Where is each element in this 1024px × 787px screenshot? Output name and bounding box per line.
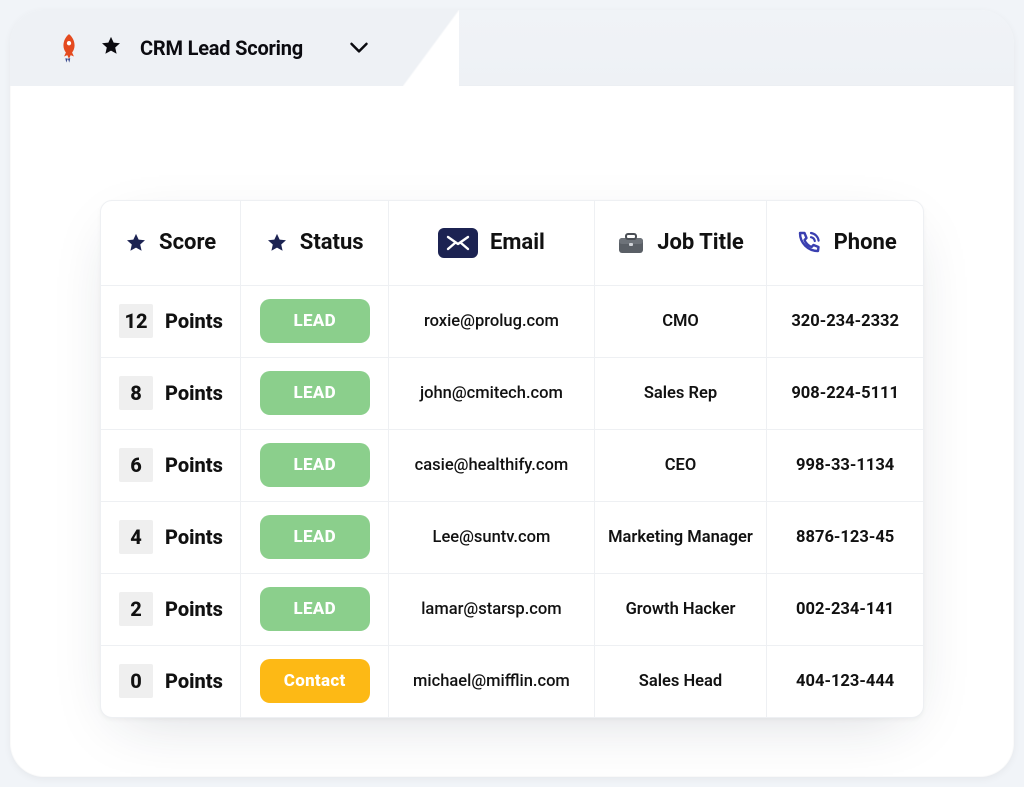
status-badge[interactable]: LEAD xyxy=(260,371,370,415)
star-icon xyxy=(125,232,147,254)
phone-value: 320-234-2332 xyxy=(791,312,899,331)
tabstrip: CRM Lead Scoring xyxy=(10,10,1014,86)
phone-value: 998-33-1134 xyxy=(796,456,894,475)
job-title-value: Growth Hacker xyxy=(626,600,736,619)
score-value: 6 xyxy=(119,448,153,482)
col-header-job[interactable]: Job Title xyxy=(594,201,767,285)
score-unit: Points xyxy=(165,669,223,693)
tab-title: CRM Lead Scoring xyxy=(140,36,303,60)
score-value: 0 xyxy=(119,664,153,698)
col-header-score[interactable]: Score xyxy=(101,201,241,285)
email-value: lamar@starsp.com xyxy=(421,600,561,619)
score-unit: Points xyxy=(165,453,223,477)
phone-icon xyxy=(794,229,822,257)
table-row[interactable]: 2 Points LEAD lamar@starsp.com Growth Hacker… xyxy=(101,573,923,645)
score-unit: Points xyxy=(165,381,223,405)
table-header-row: Score Status xyxy=(101,201,923,285)
score-value: 12 xyxy=(119,304,153,338)
email-value: Lee@suntv.com xyxy=(433,528,551,547)
leads-table-card: Score Status xyxy=(100,200,924,718)
star-icon xyxy=(100,35,122,61)
phone-value: 908-224-5111 xyxy=(791,384,899,403)
col-header-label: Score xyxy=(159,230,216,255)
rocket-icon xyxy=(56,33,82,63)
active-tab[interactable]: CRM Lead Scoring xyxy=(10,10,403,86)
score-value: 8 xyxy=(119,376,153,410)
email-value: roxie@prolug.com xyxy=(424,312,559,331)
score-unit: Points xyxy=(165,309,223,333)
phone-value: 8876-123-45 xyxy=(796,528,894,547)
col-header-label: Status xyxy=(300,230,364,255)
status-badge[interactable]: LEAD xyxy=(260,443,370,487)
col-header-phone[interactable]: Phone xyxy=(767,201,923,285)
job-title-value: Sales Rep xyxy=(644,384,717,403)
email-icon xyxy=(438,228,478,258)
email-value: casie@healthify.com xyxy=(415,456,569,475)
col-header-label: Email xyxy=(490,230,545,255)
job-title-value: CEO xyxy=(665,456,696,475)
table-row[interactable]: 8 Points LEAD john@cmitech.com Sales Rep 908-… xyxy=(101,357,923,429)
phone-value: 404-123-444 xyxy=(796,672,894,691)
status-badge[interactable]: LEAD xyxy=(260,587,370,631)
col-header-label: Phone xyxy=(834,230,897,255)
status-badge[interactable]: LEAD xyxy=(260,299,370,343)
job-title-value: Sales Head xyxy=(639,672,722,691)
col-header-email[interactable]: Email xyxy=(389,201,595,285)
table-row[interactable]: 0 Points Contact michael@mifflin.com Sales H… xyxy=(101,645,923,717)
chevron-down-icon[interactable] xyxy=(349,41,369,55)
job-title-value: Marketing Manager xyxy=(608,528,753,547)
phone-value: 002-234-141 xyxy=(796,600,894,619)
table-row[interactable]: 12 Points LEAD roxie@prolug.com CMO 320-234-2… xyxy=(101,285,923,357)
briefcase-icon xyxy=(617,231,645,255)
leads-table: Score Status xyxy=(101,201,923,717)
star-icon xyxy=(266,232,288,254)
table-row[interactable]: 4 Points LEAD Lee@suntv.com Marketing Manage… xyxy=(101,501,923,573)
status-badge[interactable]: LEAD xyxy=(260,515,370,559)
score-unit: Points xyxy=(165,597,223,621)
job-title-value: CMO xyxy=(662,312,699,331)
score-value: 2 xyxy=(119,592,153,626)
score-unit: Points xyxy=(165,525,223,549)
table-row[interactable]: 6 Points LEAD casie@healthify.com CEO 998-33-… xyxy=(101,429,923,501)
status-badge[interactable]: Contact xyxy=(260,659,370,703)
col-header-status[interactable]: Status xyxy=(241,201,389,285)
email-value: michael@mifflin.com xyxy=(413,672,570,691)
score-value: 4 xyxy=(119,520,153,554)
email-value: john@cmitech.com xyxy=(420,384,563,403)
app-window: CRM Lead Scoring Score xyxy=(10,10,1014,777)
col-header-label: Job Title xyxy=(657,230,744,255)
